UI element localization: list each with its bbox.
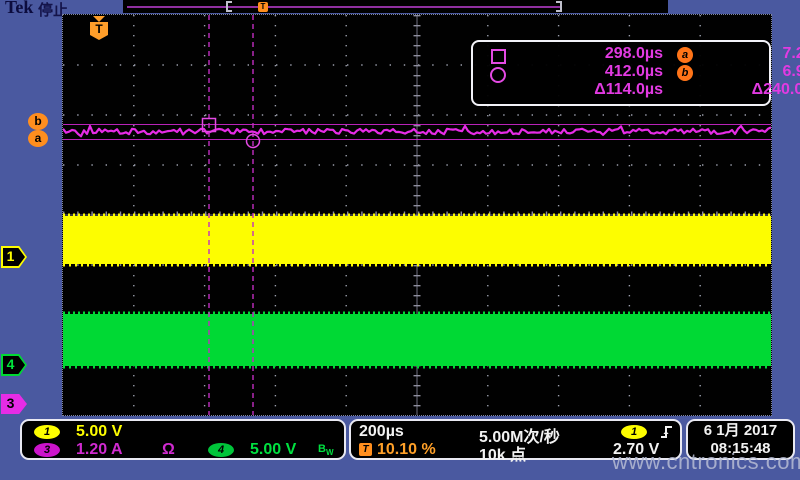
bandwidth-limit-icon: BW	[318, 443, 334, 457]
channel-1-badge: 1	[34, 425, 60, 439]
cursor-b-source-badge: b	[677, 65, 693, 81]
record-line	[127, 6, 561, 8]
graticule-area: T 298.0µs a 7.22 A 412.0µs b 6.98 A Δ114…	[62, 14, 772, 416]
watermark: www.cntronics.com	[612, 449, 800, 475]
channel-1-scale: 5.00 V	[76, 423, 122, 441]
cursor-delta-time: Δ114.0µs	[529, 81, 663, 99]
trigger-position-arrow-icon	[93, 16, 105, 22]
record-trigger-marker-icon[interactable]: T	[258, 2, 268, 12]
channel-1-position-marker[interactable]: 1	[1, 246, 27, 268]
timebase-scale: 200µs	[359, 423, 404, 441]
tek-logo: Tek	[5, 0, 33, 18]
channel-3-coupling: Ω	[162, 441, 175, 459]
channel-3-position-marker[interactable]: 3	[1, 394, 27, 414]
cursor-readout-panel: 298.0µs a 7.22 A 412.0µs b 6.98 A Δ114.0…	[471, 40, 771, 106]
record-window-bracket-right	[556, 1, 562, 12]
record-length: 10k 点	[479, 441, 526, 465]
rising-edge-icon	[659, 424, 674, 440]
horizontal-position: 10.10 %	[377, 441, 436, 459]
channel-1-trace	[63, 216, 771, 264]
cursor1-time: 298.0µs	[529, 45, 663, 63]
cursor2-value: 6.98 A	[701, 63, 800, 81]
channel-4-trace	[63, 314, 771, 366]
date-label: 6 1月 2017	[704, 422, 777, 440]
horizontal-position-icon: T	[359, 443, 372, 456]
circle-cursor-icon	[490, 67, 506, 83]
channel-3-scale: 1.20 A	[76, 441, 123, 459]
record-window-bracket-left	[226, 1, 232, 12]
trigger-source-badge: 1	[621, 425, 647, 439]
channel-3-badge: 3	[34, 443, 60, 457]
channel-4-scale: 5.00 V	[250, 441, 296, 459]
oscilloscope-display: Tek 停止 T T 298.0µs a 7.22 A 412.0µs b 6.…	[0, 0, 800, 480]
square-cursor-icon	[491, 49, 506, 64]
vertical-readout-box: 1 5.00 V 3 1.20 A Ω 4 5.00 V BW	[20, 419, 346, 460]
channel-4-badge: 4	[208, 443, 234, 457]
cursor1-value: 7.22 A	[701, 45, 800, 63]
channel-4-position-marker[interactable]: 4	[1, 354, 27, 376]
cursor2-time: 412.0µs	[529, 63, 663, 81]
record-view-bar: T	[123, 0, 668, 13]
cursor-b-marker[interactable]: b	[28, 113, 48, 130]
cursor-a-marker[interactable]: a	[28, 130, 48, 147]
cursor-a-source-badge: a	[677, 47, 693, 63]
cursor-delta-value: Δ240.0mA	[701, 81, 800, 99]
